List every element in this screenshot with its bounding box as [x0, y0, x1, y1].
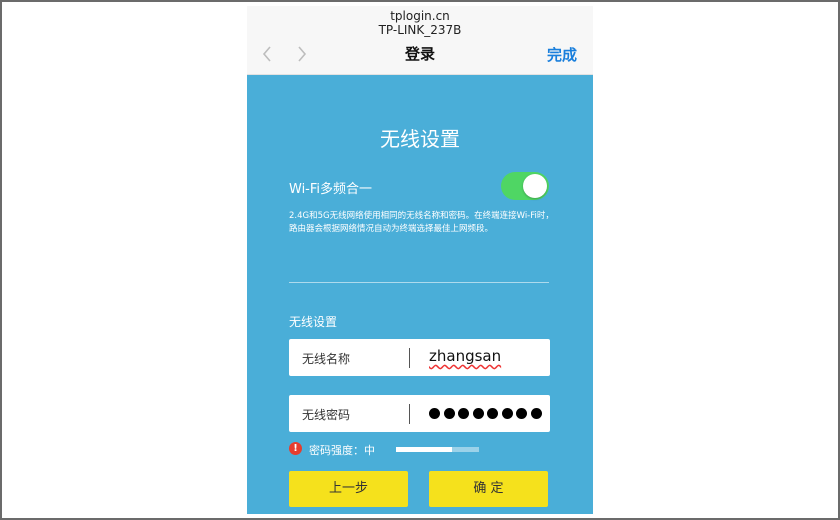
password-strength: ! 密码强度：中 — [289, 441, 549, 457]
wireless-settings-panel: 无线设置 Wi-Fi多频合一 2.4G和5G无线网络使用相同的无线名称和密码。在… — [247, 75, 593, 514]
field-separator — [409, 404, 410, 424]
wifi-merge-toggle[interactable] — [501, 172, 549, 200]
field-separator — [409, 348, 410, 368]
password-dot — [458, 408, 469, 419]
password-dot — [501, 408, 513, 419]
password-dot — [516, 408, 527, 419]
strength-text: 密码强度：中 — [309, 442, 375, 458]
prev-step-button[interactable]: 上一步 — [289, 471, 408, 507]
password-dot — [472, 408, 484, 419]
wifi-merge-label: Wi-Fi多频合一 — [289, 182, 373, 197]
password-dot — [429, 408, 440, 419]
strength-label: 密码强度： — [309, 444, 364, 457]
section-label: 无线设置 — [289, 315, 338, 329]
warning-icon: ! — [289, 442, 302, 455]
url-text: tplogin.cn — [390, 9, 450, 23]
done-button[interactable]: 完成 — [547, 44, 577, 65]
password-dot — [487, 408, 498, 419]
strength-bar-track — [396, 447, 479, 452]
section-divider — [289, 282, 549, 283]
confirm-button[interactable]: 确 定 — [429, 471, 548, 507]
password-field[interactable]: 无线密码 — [289, 395, 550, 432]
strength-level: 中 — [364, 444, 375, 457]
ssid-label: 无线名称 — [302, 352, 351, 366]
phone-screen: tplogin.cn TP-LINK_237B 登录 完成 无线设置 Wi-Fi… — [247, 6, 593, 514]
strength-bar-fill — [396, 447, 453, 452]
password-dot — [530, 408, 542, 419]
password-dot — [443, 408, 455, 419]
nav-title: 登录 — [404, 45, 435, 63]
page-title: 无线设置 — [380, 127, 460, 151]
ssid-field[interactable]: 无线名称 zhangsan — [289, 339, 550, 376]
toggle-knob — [523, 174, 547, 198]
nav-row: 登录 完成 — [247, 42, 593, 68]
ssid-input[interactable]: zhangsan — [429, 347, 501, 365]
browser-header: tplogin.cn TP-LINK_237B 登录 完成 — [247, 6, 593, 75]
password-input[interactable] — [429, 407, 545, 421]
wifi-merge-description: 2.4G和5G无线网络使用相同的无线名称和密码。在终端连接Wi-Fi时，路由器会… — [289, 211, 554, 234]
password-label: 无线密码 — [302, 408, 351, 422]
page-subtitle: TP-LINK_237B — [378, 23, 462, 37]
